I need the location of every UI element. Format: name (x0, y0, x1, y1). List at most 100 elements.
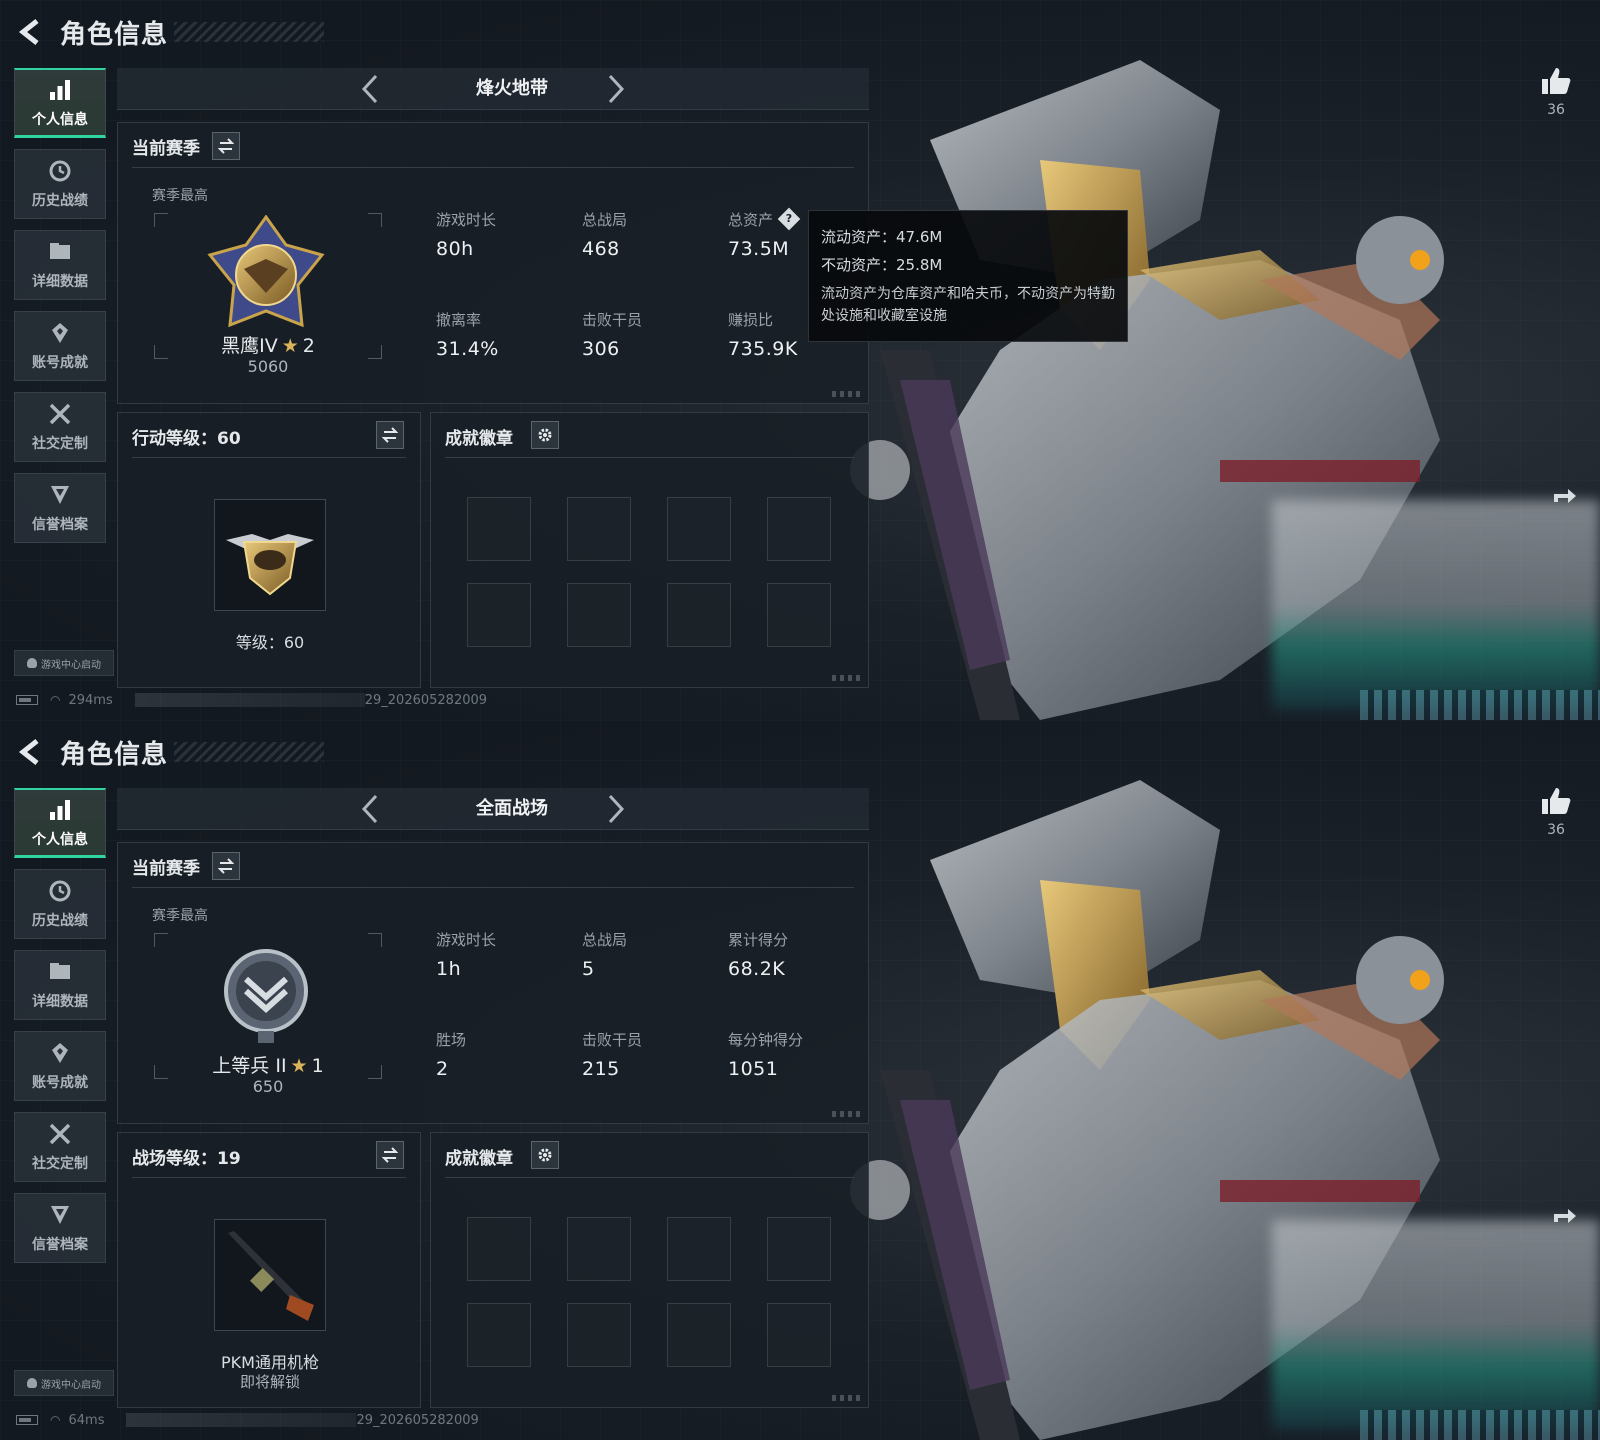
assets-description: 流动资产为仓库资产和哈夫币，不动资产为特勤处设施和收藏室设施 (821, 286, 1115, 324)
badge-slot[interactable] (467, 497, 531, 561)
game-center-launch-badge: 游戏中心启动 (14, 650, 114, 676)
help-icon[interactable]: ? (777, 207, 801, 230)
sidebar-item-label: 历史战绩 (32, 913, 88, 929)
sidebar-item-history[interactable]: 历史战绩 (14, 869, 106, 939)
badge-slot[interactable] (567, 497, 631, 561)
rank-score: 5060 (247, 357, 289, 376)
stat-play-time: 游戏时长 1h (436, 931, 497, 980)
liquid-assets: 流动资产：47.6M (821, 228, 943, 246)
sidebar-item-social[interactable]: 社交定制 (14, 392, 106, 462)
sidebar-item-label: 账号成就 (32, 355, 88, 371)
stat-total-score: 累计得分 68.2K (728, 931, 789, 980)
season-stats-card: 当前赛季 赛季最高 黑鹰IV ★ 2 5060 游戏时长 80h 总战局 468 总资产… (117, 122, 869, 404)
next-mode-button[interactable] (599, 72, 633, 106)
badge-slot[interactable] (767, 1303, 831, 1367)
season-heading: 当前赛季 (132, 138, 200, 159)
star-icon: ★ (281, 335, 299, 357)
prev-mode-button[interactable] (353, 792, 387, 826)
screen-extraction-mode: 36 角色信息 个人信息 历史战绩 详细数据 账号成就 社交定制 信誉档案 游戏… (0, 0, 1600, 720)
stat-operators-defeated: 击败干员 215 (582, 1031, 643, 1080)
back-button[interactable] (16, 737, 46, 767)
badge-slot[interactable] (667, 1303, 731, 1367)
sidebar-item-label: 历史战绩 (32, 193, 88, 209)
level-swap-button[interactable] (376, 1141, 404, 1169)
unlock-status: 即将解锁 (239, 1373, 300, 1391)
badge-settings-button[interactable] (531, 421, 559, 449)
gear-icon (538, 428, 552, 442)
bell-icon (27, 1378, 37, 1388)
header: 角色信息 (16, 14, 325, 50)
private-rank-emblem (224, 949, 308, 1043)
sidebar-item-achievements[interactable]: 账号成就 (14, 311, 106, 381)
like-button[interactable]: 36 (1536, 786, 1576, 838)
sidebar-item-label: 个人信息 (32, 831, 88, 848)
fixed-assets: 不动资产：25.8M (821, 256, 943, 274)
blurred-panel (1272, 500, 1600, 710)
badge-slot[interactable] (467, 1217, 531, 1281)
chevron-left-icon (361, 74, 378, 104)
battery-icon (16, 695, 38, 705)
sidebar-item-details[interactable]: 详细数据 (14, 230, 106, 300)
badge-slot[interactable] (767, 497, 831, 561)
chevron-right-icon (608, 74, 625, 104)
build-string: 29_202605282009 (364, 692, 488, 708)
blurred-panel (1272, 1220, 1600, 1430)
sidebar-item-credit[interactable]: 信誉档案 (14, 1193, 106, 1263)
sidebar-item-social[interactable]: 社交定制 (14, 1112, 106, 1182)
screen-battlefield-mode: 36 角色信息 个人信息 历史战绩 详细数据 账号成就 社交定制 信誉档案 游戏… (0, 720, 1600, 1440)
level-swap-button[interactable] (376, 421, 404, 449)
sidebar-item-personal-info[interactable]: 个人信息 (14, 68, 106, 138)
like-button[interactable]: 36 (1536, 66, 1576, 118)
stat-total-matches: 总战局 468 (582, 211, 628, 260)
thumbs-up-icon (1542, 788, 1571, 814)
assets-tooltip: 流动资产：47.6M 不动资产：25.8M 流动资产为仓库资产和哈夫币，不动资产… (808, 210, 1128, 342)
battery-icon (16, 1415, 38, 1425)
sidebar-item-label: 账号成就 (32, 1075, 88, 1091)
stat-total-matches: 总战局 5 (582, 931, 628, 980)
swap-icon (218, 138, 234, 154)
mode-selector: 烽火地带 (117, 68, 869, 110)
credit-icon (47, 1202, 73, 1228)
badges-heading: 成就徽章 (445, 428, 513, 449)
badge-slot[interactable] (467, 583, 531, 647)
badge-slot[interactable] (567, 1303, 631, 1367)
next-mode-button[interactable] (599, 792, 633, 826)
badge-slot[interactable] (567, 1217, 631, 1281)
swap-icon (218, 858, 234, 874)
bell-icon (27, 658, 37, 668)
sidebar-item-credit[interactable]: 信誉档案 (14, 473, 106, 543)
back-button[interactable] (16, 17, 46, 47)
share-icon[interactable] (1550, 1206, 1580, 1226)
prev-mode-button[interactable] (353, 72, 387, 106)
badge-slot[interactable] (667, 1217, 731, 1281)
sidebar-item-details[interactable]: 详细数据 (14, 950, 106, 1020)
ping-value: 64ms (68, 1412, 105, 1428)
share-icon[interactable] (1550, 486, 1580, 506)
badge-slot[interactable] (667, 497, 731, 561)
achievement-icon (47, 1040, 73, 1066)
badge-slot[interactable] (567, 583, 631, 647)
page-title: 角色信息 (60, 739, 169, 770)
badge-slot[interactable] (767, 583, 831, 647)
badge-settings-button[interactable] (531, 1141, 559, 1169)
season-swap-button[interactable] (212, 132, 240, 160)
sidebar-item-achievements[interactable]: 账号成就 (14, 1031, 106, 1101)
sidebar-item-label: 详细数据 (32, 274, 88, 290)
rank-score: 650 (252, 1077, 284, 1096)
swap-icon (382, 1147, 398, 1163)
chevron-right-icon (608, 794, 625, 824)
sidebar: 个人信息 历史战绩 详细数据 账号成就 社交定制 信誉档案 (14, 68, 106, 554)
bar-chart-icon (47, 797, 73, 823)
operation-level-card: 行动等级：60 等级：60 (117, 412, 421, 688)
sidebar-item-label: 详细数据 (32, 994, 88, 1010)
season-heading: 当前赛季 (132, 858, 200, 879)
sidebar-item-history[interactable]: 历史战绩 (14, 149, 106, 219)
season-swap-button[interactable] (212, 852, 240, 880)
sidebar-item-personal-info[interactable]: 个人信息 (14, 788, 106, 858)
badge-slot[interactable] (467, 1303, 531, 1367)
page-title: 角色信息 (60, 19, 169, 50)
rank-name: 上等兵 II ★ 1 (212, 1055, 324, 1077)
black-hawk-rank-emblem (207, 215, 325, 328)
badge-slot[interactable] (767, 1217, 831, 1281)
badge-slot[interactable] (667, 583, 731, 647)
